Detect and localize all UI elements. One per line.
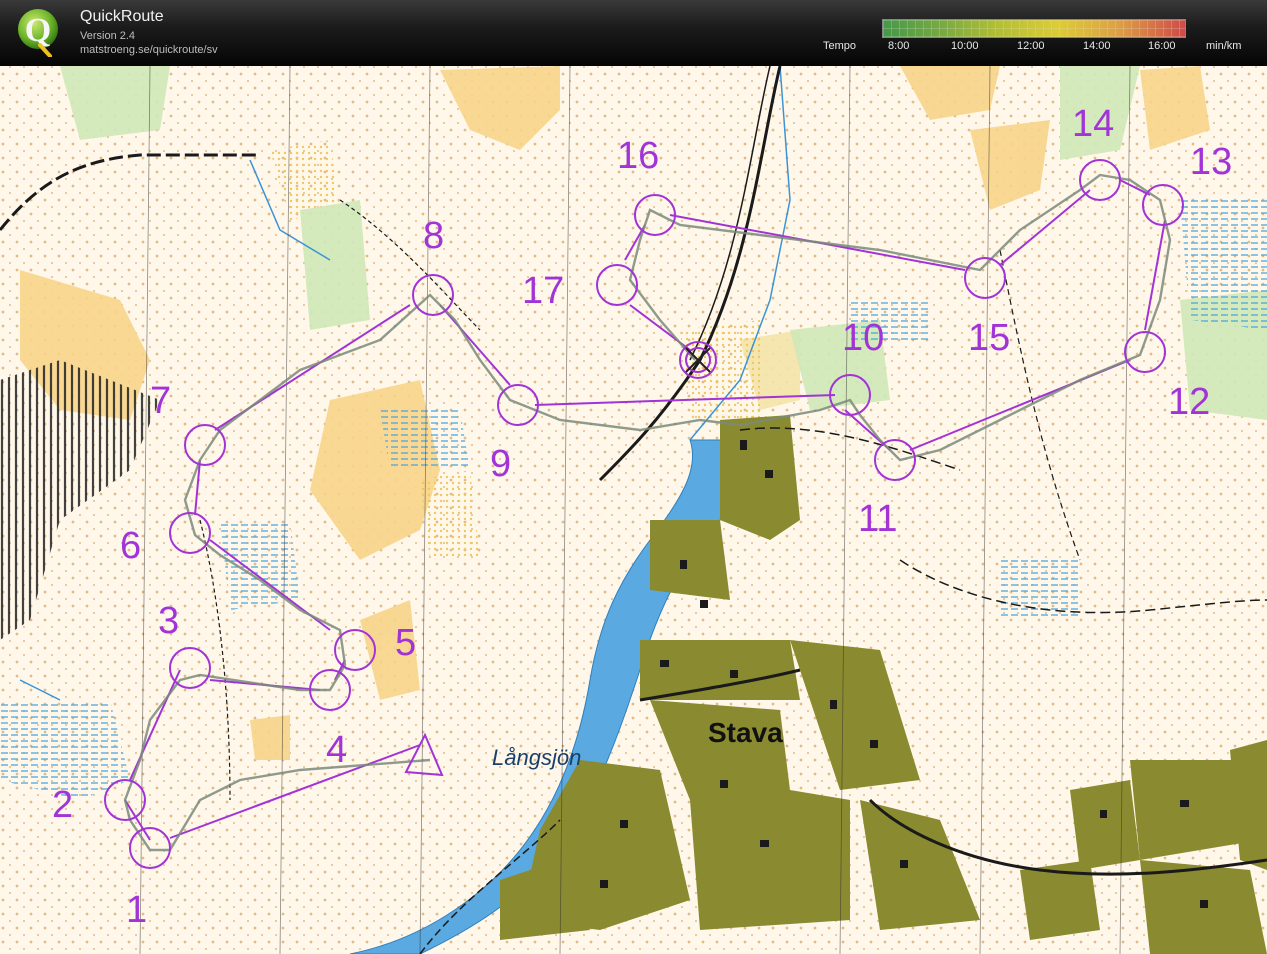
control-number-7: 7 <box>150 380 171 422</box>
quickroute-logo: Q <box>18 9 58 57</box>
control-number-16: 16 <box>617 135 659 177</box>
control-number-1: 1 <box>126 889 147 931</box>
control-number-12: 12 <box>1168 381 1210 423</box>
control-number-15: 15 <box>968 317 1010 359</box>
app-header: Q QuickRoute Version 2.4 matstroeng.se/q… <box>0 0 1267 66</box>
control-number-17: 17 <box>522 270 564 312</box>
app-url: matstroeng.se/quickroute/sv <box>80 44 218 56</box>
control-number-8: 8 <box>423 215 444 257</box>
control-number-2: 2 <box>52 784 73 826</box>
control-number-5: 5 <box>395 622 416 664</box>
place-name-langsjon: Långsjön <box>492 745 581 770</box>
finish-circle <box>679 341 717 379</box>
app-version: Version 2.4 <box>80 30 136 42</box>
control-number-11: 11 <box>858 498 897 540</box>
control-number-9: 9 <box>490 443 511 485</box>
control-number-4: 4 <box>326 729 347 771</box>
legend-tick-8: 8:00 <box>888 40 910 52</box>
logo-letter: Q <box>25 12 51 49</box>
legend-unit: min/km <box>1206 40 1242 52</box>
place-name-stava: Stava <box>708 717 783 748</box>
map-canvas: 1 2 3 4 5 6 7 8 9 10 11 12 13 14 15 16 1… <box>0 66 1267 954</box>
legend-tick-14: 14:00 <box>1083 40 1111 52</box>
control-number-3: 3 <box>158 600 179 642</box>
legend-label: Tempo <box>823 40 857 52</box>
control-number-6: 6 <box>120 525 141 567</box>
legend-tick-10: 10:00 <box>951 40 979 52</box>
orienteering-map[interactable]: 1 2 3 4 5 6 7 8 9 10 11 12 13 14 15 16 1… <box>0 66 1267 954</box>
control-number-13: 13 <box>1190 141 1232 183</box>
legend-tick-12: 12:00 <box>1017 40 1045 52</box>
tempo-color-legend <box>882 19 1186 38</box>
legend-tick-16: 16:00 <box>1148 40 1176 52</box>
control-number-10: 10 <box>842 317 884 359</box>
control-number-14: 14 <box>1072 103 1114 145</box>
app-title: QuickRoute <box>80 8 164 25</box>
